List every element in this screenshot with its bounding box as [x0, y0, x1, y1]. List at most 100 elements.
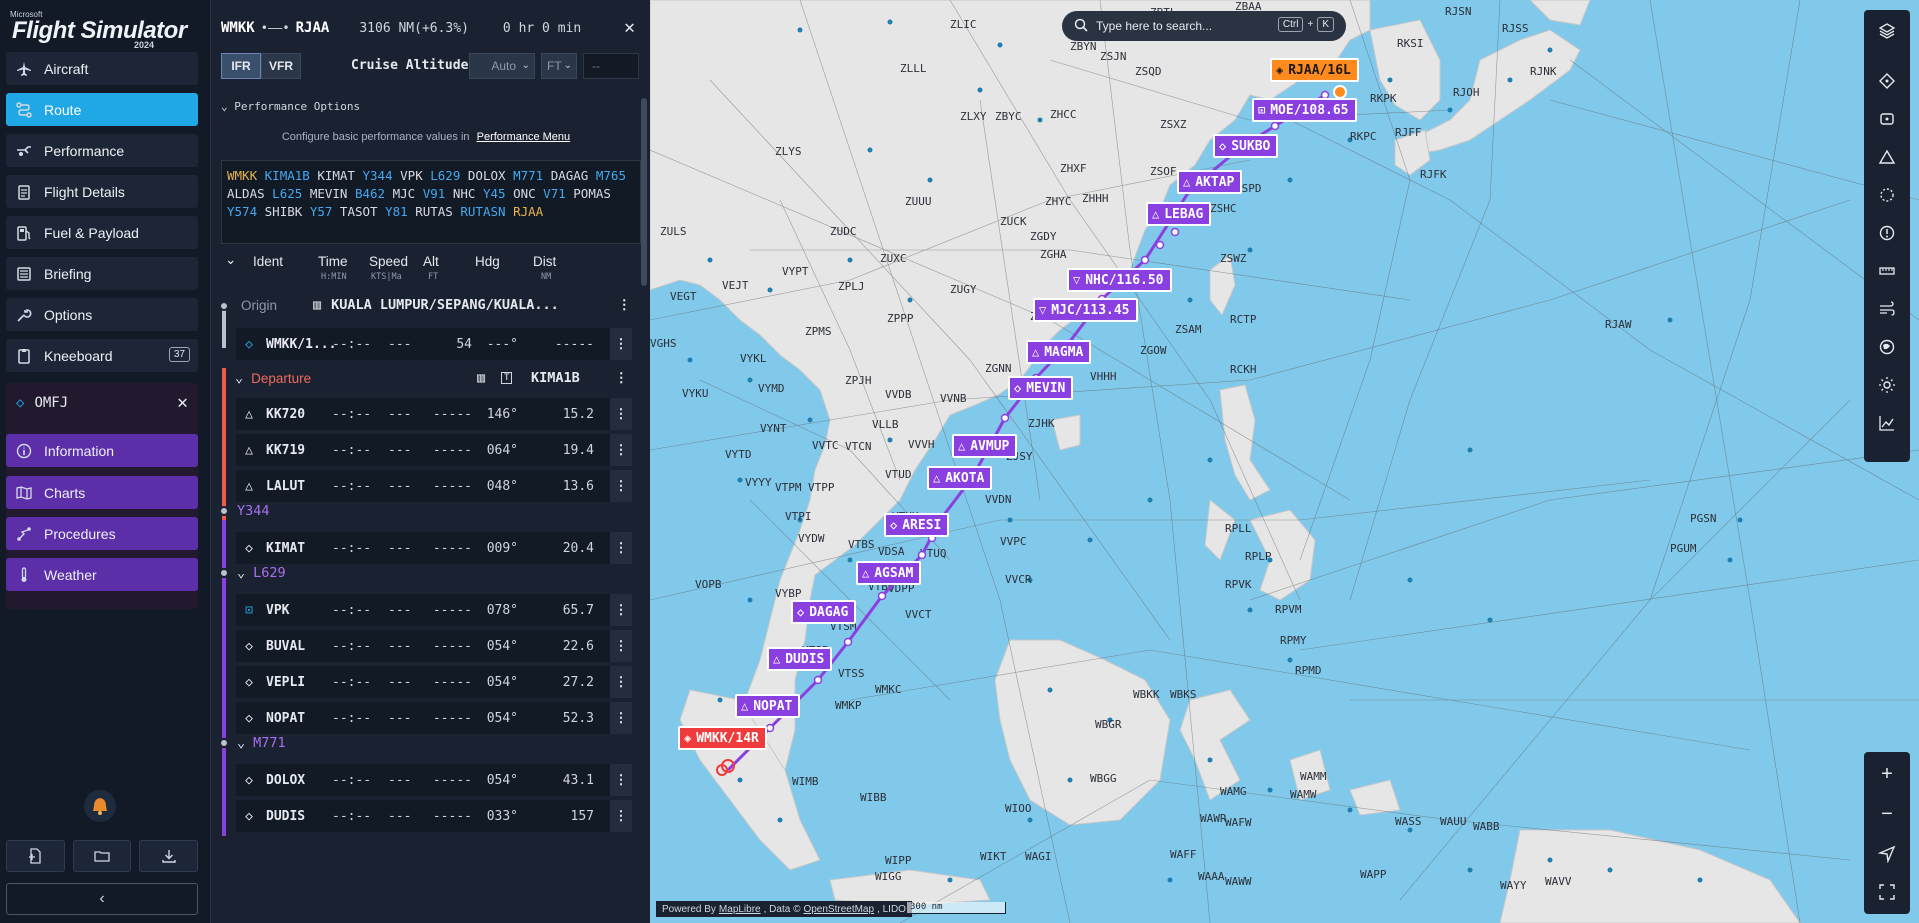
waypoint-row[interactable]: ◇ DUDIS --:-- --- ----- 033° 157 ⋮ — [236, 800, 632, 832]
airport-item-charts[interactable]: Charts — [6, 476, 198, 509]
origin-dot — [219, 301, 229, 311]
map-waypoint-label[interactable]: ▽ MJC/113.45 — [1033, 298, 1138, 322]
weather-radar-icon[interactable] — [1864, 328, 1910, 366]
origin-row[interactable]: ◇ WMKK/1... --:-- --- 54 ---° ----- ⋮ — [236, 328, 632, 360]
close-airport-button[interactable]: ✕ — [177, 392, 188, 413]
sidebar-item-briefing[interactable]: Briefing — [6, 257, 198, 290]
row-more-button[interactable]: ⋮ — [610, 532, 632, 564]
elevation-chart-icon[interactable] — [1864, 404, 1910, 442]
open-folder-button[interactable] — [72, 840, 132, 872]
sidebar-item-performance[interactable]: Performance — [6, 134, 198, 167]
map-search-input[interactable]: Type here to search... Ctrl + K — [1062, 11, 1346, 41]
route-map[interactable]: ZLICZBYNZBTLZSQD ZLLLZBYCZSJNZLXY ZHCCZS… — [650, 0, 1919, 923]
row-more-button[interactable]: ⋮ — [610, 630, 632, 662]
map-waypoint-label[interactable]: ◈ WMKK/14R — [678, 726, 767, 750]
download-button[interactable] — [139, 840, 199, 872]
waypoint-row[interactable]: △ KK720 --:-- --- ----- 146° 15.2 ⋮ — [236, 398, 632, 430]
route-scrollbar[interactable] — [641, 98, 647, 286]
svg-text:RJOH: RJOH — [1453, 86, 1480, 99]
waypoint-row[interactable]: △ KK719 --:-- --- ----- 064° 19.4 ⋮ — [236, 434, 632, 466]
waypoint-name: MOE/108.65 — [1270, 102, 1349, 118]
row-more-button[interactable]: ⋮ — [610, 764, 632, 796]
vfr-button[interactable]: VFR — [261, 53, 301, 79]
map-waypoint-label[interactable]: △ MAGMA — [1026, 340, 1092, 364]
map-waypoint-label[interactable]: △ LEBAG — [1146, 202, 1212, 226]
airport-item-information[interactable]: Information — [6, 434, 198, 467]
row-speed: --- — [388, 602, 412, 618]
ruler-icon[interactable] — [1864, 252, 1910, 290]
waypoint-row[interactable]: ◇ BUVAL --:-- --- ----- 054° 22.6 ⋮ — [236, 630, 632, 662]
new-flight-plan-button[interactable] — [6, 840, 65, 872]
map-waypoint-label[interactable]: ◇ MEVIN — [1008, 376, 1074, 400]
row-more-button[interactable]: ⋮ — [610, 434, 632, 466]
performance-menu-link[interactable]: Performance Menu — [477, 131, 571, 143]
map-waypoint-label[interactable]: ⊡ MOE/108.65 — [1252, 98, 1357, 122]
close-route-button[interactable]: ✕ — [624, 17, 635, 38]
waypoint-row[interactable]: ◇ VEPLI --:-- --- ----- 054° 27.2 ⋮ — [236, 666, 632, 698]
airspace-filter-icon[interactable] — [1864, 214, 1910, 252]
airport-item-weather[interactable]: Weather — [6, 558, 198, 591]
assistant-bell-icon[interactable] — [84, 790, 116, 822]
map-waypoint-label[interactable]: △ AGSAM — [856, 561, 922, 585]
map-waypoint-label[interactable]: ◇ DAGAG — [791, 600, 857, 624]
row-time: --:-- — [332, 336, 372, 352]
center-on-aircraft-icon[interactable] — [1864, 834, 1910, 874]
segment-line — [222, 748, 226, 836]
chevron-down-icon[interactable]: ⌄ — [237, 565, 245, 581]
row-more-button[interactable]: ⋮ — [610, 800, 632, 832]
row-more-button[interactable]: ⋮ — [610, 666, 632, 698]
collapse-all-icon[interactable]: ⌄ — [225, 252, 236, 268]
waypoint-filter-icon[interactable] — [1864, 62, 1910, 100]
sidebar-item-options[interactable]: Options — [6, 298, 198, 331]
route-string-editor[interactable]: WMKK KIMA1B KIMAT Y344 VPK L629 DOLOX M7… — [221, 160, 641, 244]
waypoint-row[interactable]: ◇ KIMAT --:-- --- ----- 009° 20.4 ⋮ — [236, 532, 632, 564]
map-waypoint-label[interactable]: △ NOPAT — [735, 694, 801, 718]
map-waypoint-label[interactable]: △ DUDIS — [767, 647, 833, 671]
svg-text:WASS: WASS — [1395, 815, 1422, 828]
triangle-filter-icon[interactable] — [1864, 138, 1910, 176]
sidebar-item-route[interactable]: Route — [6, 93, 198, 126]
layers-icon[interactable] — [1864, 12, 1910, 50]
airport-item-procedures[interactable]: Procedures — [6, 517, 198, 550]
ifr-button[interactable]: IFR — [221, 53, 261, 79]
row-more-button[interactable]: ⋮ — [610, 470, 632, 502]
sidebar-item-flight-details[interactable]: Flight Details — [6, 175, 198, 208]
map-waypoint-label[interactable]: ◇ SUKBO — [1213, 134, 1279, 158]
row-more-button[interactable]: ⋮ — [610, 702, 632, 734]
map-waypoint-label[interactable]: △ AKOTA — [927, 466, 993, 490]
fullscreen-icon[interactable] — [1864, 872, 1910, 912]
map-waypoint-label[interactable]: ▽ NHC/116.50 — [1067, 268, 1172, 292]
departure-more-button[interactable]: ⋮ — [615, 370, 629, 386]
zoom-out-icon[interactable]: − — [1864, 794, 1910, 834]
chevron-down-icon[interactable]: ⌄ — [237, 735, 245, 751]
collapse-sidebar-button[interactable]: ‹ — [6, 883, 198, 915]
map-waypoint-label[interactable]: △ AVMUP — [952, 434, 1018, 458]
map-waypoint-label[interactable]: △ AKTAP — [1177, 170, 1243, 194]
performance-options-toggle[interactable]: ⌄ Performance Options — [221, 100, 360, 113]
map-waypoint-label[interactable]: ◇ ARESI — [884, 513, 950, 537]
wind-icon[interactable] — [1864, 290, 1910, 328]
cruise-unit-select[interactable]: FT ⌄ — [541, 53, 577, 79]
ndb-filter-icon[interactable] — [1864, 176, 1910, 214]
zoom-in-icon[interactable]: + — [1864, 754, 1910, 794]
waypoint-row[interactable]: △ LALUT --:-- --- ----- 048° 13.6 ⋮ — [236, 470, 632, 502]
row-more-button[interactable]: ⋮ — [610, 594, 632, 626]
origin-more-button[interactable]: ⋮ — [618, 297, 632, 313]
sidebar-item-kneeboard[interactable]: Kneeboard 37 — [6, 339, 198, 372]
row-more-button[interactable]: ⋮ — [610, 328, 632, 360]
waypoint-row[interactable]: ◇ DOLOX --:-- --- ----- 054° 43.1 ⋮ — [236, 764, 632, 796]
cruise-altitude-input[interactable]: -- — [583, 53, 639, 79]
sidebar-item-fuel-payload[interactable]: Fuel & Payload — [6, 216, 198, 249]
brightness-icon[interactable] — [1864, 366, 1910, 404]
cruise-altitude-select[interactable]: Auto ⌄ — [469, 53, 535, 79]
openstreetmap-link[interactable]: OpenStreetMap — [803, 904, 874, 915]
maplibre-link[interactable]: MapLibre — [719, 904, 761, 915]
sidebar-item-aircraft[interactable]: Aircraft — [6, 52, 198, 85]
vor-filter-icon[interactable] — [1864, 100, 1910, 138]
map-waypoint-label[interactable]: ◈ RJAA/16L — [1270, 58, 1359, 82]
waypoint-row[interactable]: ⊡ VPK --:-- --- ----- 078° 65.7 ⋮ — [236, 594, 632, 626]
row-more-button[interactable]: ⋮ — [610, 398, 632, 430]
waypoint-row[interactable]: ◇ NOPAT --:-- --- ----- 054° 52.3 ⋮ — [236, 702, 632, 734]
airway-label: L629 — [253, 565, 286, 581]
svg-text:VOPB: VOPB — [695, 578, 722, 591]
